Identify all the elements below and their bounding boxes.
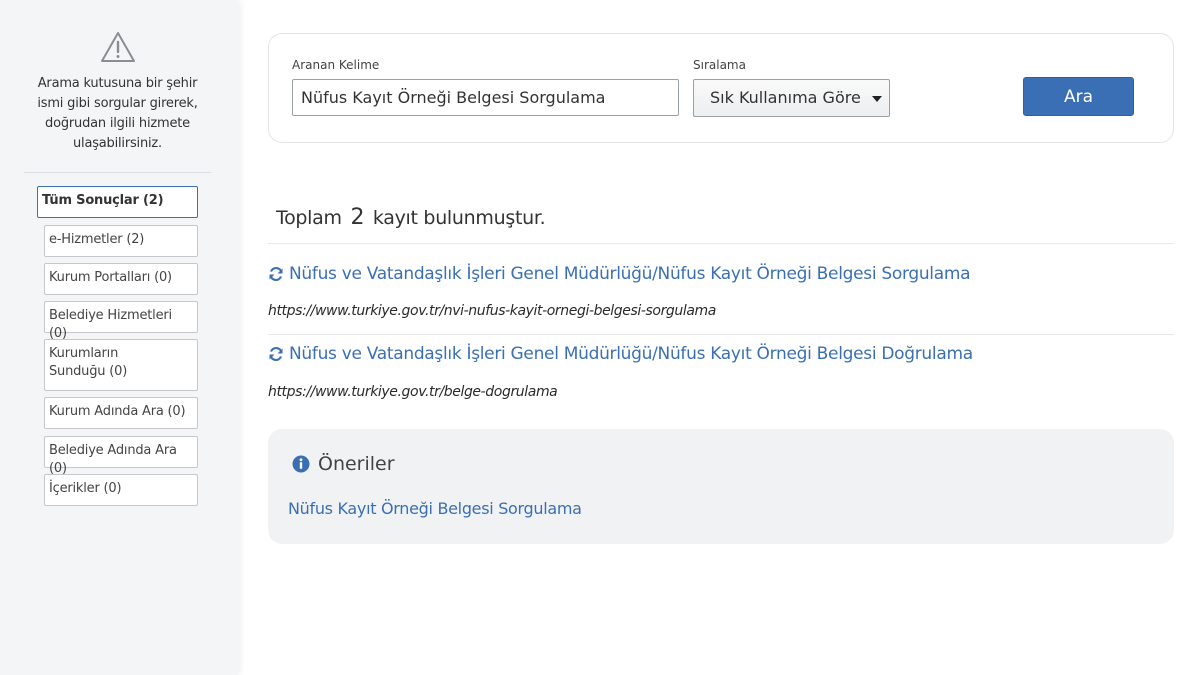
result-url: https://www.turkiye.gov.tr/nvi-nufus-kay… (268, 303, 716, 319)
filter-e-services[interactable]: e-Hizmetler (2) (44, 225, 198, 257)
sidebar-notice-text: Arama kutusuna bir şehir ismi gibi sorgu… (37, 76, 198, 151)
divider (268, 243, 1174, 244)
result-count-number: 2 (350, 205, 365, 230)
filter-label: e-Hizmetler (2) (49, 232, 145, 247)
filter-label: Kurumların Sunduğu (0) (49, 346, 128, 379)
filter-municipal-services[interactable]: Belediye Hizmetleri (0) (44, 301, 198, 341)
search-button[interactable]: Ara (1023, 77, 1134, 116)
result-url: https://www.turkiye.gov.tr/belge-dogrula… (268, 384, 558, 400)
keyword-label: Aranan Kelime (292, 58, 380, 72)
result-title-link[interactable]: Nüfus ve Vatandaşlık İşleri Genel Müdürl… (268, 264, 971, 284)
result-title-text: Nüfus ve Vatandaşlık İşleri Genel Müdürl… (289, 264, 971, 284)
filter-label: Belediye Hizmetleri (0) (49, 308, 172, 341)
chevron-down-icon (872, 96, 882, 102)
suggestion-link[interactable]: Nüfus Kayıt Örneği Belgesi Sorgulama (288, 499, 582, 518)
result-count: Toplam 2 kayıt bulunmuştur. (276, 205, 546, 230)
suggestions-heading-text: Öneriler (318, 453, 395, 475)
divider (268, 334, 1174, 335)
suggestions-panel: Öneriler Nüfus Kayıt Örneği Belgesi Sorg… (268, 429, 1174, 544)
result-title-text: Nüfus ve Vatandaşlık İşleri Genel Müdürl… (289, 344, 973, 364)
sort-label: Sıralama (693, 58, 746, 72)
suggestions-heading: Öneriler (292, 453, 395, 475)
search-panel: Aranan Kelime Sıralama Sık Kullanıma Gör… (268, 33, 1174, 143)
refresh-icon (269, 266, 283, 282)
info-icon (292, 455, 310, 473)
sidebar-divider (24, 172, 211, 173)
search-input[interactable] (292, 79, 679, 116)
filter-institution-portals[interactable]: Kurum Portalları (0) (44, 263, 198, 295)
filter-label: Tüm Sonuçlar (2) (42, 193, 164, 208)
sort-select[interactable]: Sık Kullanıma Göre (693, 79, 890, 117)
result-count-suffix: kayıt bulunmuştur. (372, 207, 546, 229)
filter-label: İçerikler (0) (49, 481, 122, 496)
sidebar: Arama kutusuna bir şehir ismi gibi sorgu… (0, 0, 238, 675)
filter-institution-offered[interactable]: Kurumların Sunduğu (0) (44, 339, 198, 391)
filter-label: Kurum Adında Ara (0) (49, 404, 186, 419)
filter-contents[interactable]: İçerikler (0) (44, 474, 198, 506)
filter-label: Belediye Adında Ara (0) (49, 443, 177, 476)
sort-selected-value: Sık Kullanıma Göre (710, 88, 861, 107)
filter-label: Kurum Portalları (0) (49, 270, 172, 285)
warning-triangle-icon (100, 32, 135, 62)
filter-search-municipality-name[interactable]: Belediye Adında Ara (0) (44, 436, 198, 476)
result-count-prefix: Toplam (276, 207, 342, 229)
filter-search-institution-name[interactable]: Kurum Adında Ara (0) (44, 397, 198, 429)
sidebar-notice: Arama kutusuna bir şehir ismi gibi sorgu… (24, 30, 211, 154)
refresh-icon (269, 346, 283, 362)
result-title-link[interactable]: Nüfus ve Vatandaşlık İşleri Genel Müdürl… (268, 344, 973, 364)
filter-all-results[interactable]: Tüm Sonuçlar (2) (37, 186, 198, 218)
